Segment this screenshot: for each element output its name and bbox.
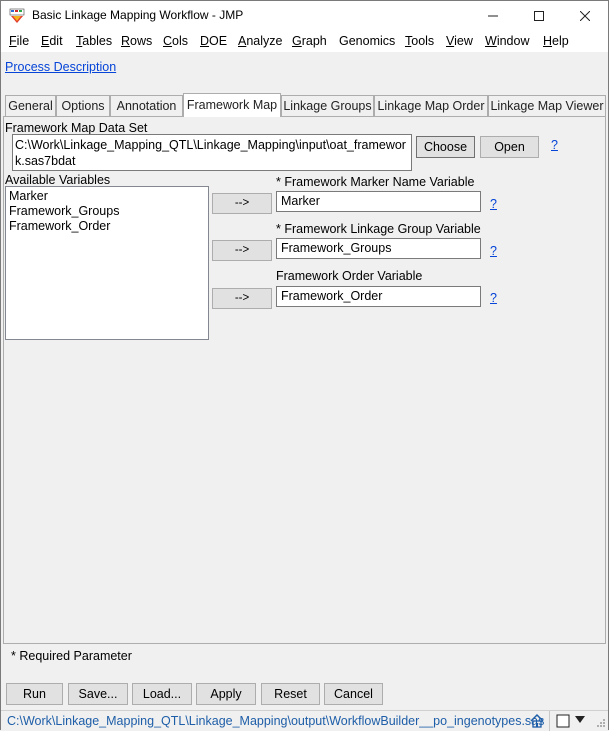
menu-window[interactable]: Window <box>485 34 529 48</box>
available-variables-label: Available Variables <box>5 173 111 187</box>
close-icon <box>579 10 591 22</box>
tab-options[interactable]: Options <box>56 95 110 116</box>
available-variables-list[interactable]: Marker Framework_Groups Framework_Order <box>5 186 209 340</box>
framework-order-label: Framework Order Variable <box>276 269 423 283</box>
data-set-help-link[interactable]: ? <box>551 138 558 152</box>
menu-bar: File Edit Tables Rows Cols DOE Analyze G… <box>1 31 608 52</box>
status-path: C:\Work\Linkage_Mapping_QTL\Linkage_Mapp… <box>7 714 545 728</box>
close-button[interactable] <box>562 1 608 31</box>
menu-cols[interactable]: Cols <box>163 34 188 48</box>
reset-button[interactable]: Reset <box>261 683 320 705</box>
load-button[interactable]: Load... <box>132 683 192 705</box>
menu-graph[interactable]: Graph <box>292 34 327 48</box>
menu-file[interactable]: File <box>9 34 29 48</box>
list-item[interactable]: Marker <box>9 189 205 204</box>
linkage-group-help-link[interactable]: ? <box>490 244 497 258</box>
data-set-path-field[interactable]: C:\Work\Linkage_Mapping_QTL\Linkage_Mapp… <box>12 134 412 171</box>
maximize-button[interactable] <box>516 1 562 31</box>
home-icon[interactable] <box>529 713 545 729</box>
data-set-label: Framework Map Data Set <box>5 121 148 135</box>
add-marker-name-button[interactable]: --> <box>212 193 272 214</box>
window-list-icon[interactable] <box>556 714 570 728</box>
tab-linkage-map-order[interactable]: Linkage Map Order <box>374 95 488 116</box>
dropdown-arrow-icon[interactable] <box>575 716 585 724</box>
menu-doe[interactable]: DOE <box>200 34 227 48</box>
marker-name-label: * Framework Marker Name Variable <box>276 175 475 189</box>
minimize-button[interactable] <box>470 1 516 31</box>
list-item[interactable]: Framework_Order <box>9 219 205 234</box>
linkage-group-field[interactable]: Framework_Groups <box>276 238 481 259</box>
resize-grip-icon[interactable] <box>595 717 607 729</box>
cancel-button[interactable]: Cancel <box>324 683 383 705</box>
menu-tools[interactable]: Tools <box>405 34 434 48</box>
choose-button[interactable]: Choose <box>416 136 475 158</box>
menu-help[interactable]: Help <box>543 34 569 48</box>
window-title: Basic Linkage Mapping Workflow - JMP <box>32 8 244 22</box>
framework-order-field[interactable]: Framework_Order <box>276 286 481 307</box>
marker-name-help-link[interactable]: ? <box>490 197 497 211</box>
list-item[interactable]: Framework_Groups <box>9 204 205 219</box>
tab-general[interactable]: General <box>5 95 56 116</box>
process-description-link[interactable]: Process Description <box>5 60 116 74</box>
menu-analyze[interactable]: Analyze <box>238 34 282 48</box>
menu-rows[interactable]: Rows <box>121 34 152 48</box>
menu-tables[interactable]: Tables <box>76 34 112 48</box>
apply-button[interactable]: Apply <box>196 683 256 705</box>
tab-annotation[interactable]: Annotation <box>110 95 183 116</box>
required-parameter-note: * Required Parameter <box>11 649 132 663</box>
jmp-app-icon <box>9 8 25 23</box>
save-button[interactable]: Save... <box>68 683 128 705</box>
maximize-icon <box>534 11 544 21</box>
framework-order-help-link[interactable]: ? <box>490 291 497 305</box>
menu-edit[interactable]: Edit <box>41 34 63 48</box>
tab-framework-map[interactable]: Framework Map <box>183 93 281 117</box>
app-window: Basic Linkage Mapping Workflow - JMP Fil… <box>0 0 609 731</box>
linkage-group-label: * Framework Linkage Group Variable <box>276 222 481 236</box>
status-divider <box>549 711 550 731</box>
marker-name-field[interactable]: Marker <box>276 191 481 212</box>
menu-view[interactable]: View <box>446 34 473 48</box>
title-bar: Basic Linkage Mapping Workflow - JMP <box>1 1 608 31</box>
open-button[interactable]: Open <box>480 136 539 158</box>
tab-linkage-map-viewer[interactable]: Linkage Map Viewer <box>488 95 606 116</box>
run-button[interactable]: Run <box>6 683 63 705</box>
add-linkage-group-button[interactable]: --> <box>212 240 272 261</box>
status-bar: C:\Work\Linkage_Mapping_QTL\Linkage_Mapp… <box>1 710 608 731</box>
add-framework-order-button[interactable]: --> <box>212 288 272 309</box>
menu-genomics[interactable]: Genomics <box>339 34 395 48</box>
tab-linkage-groups[interactable]: Linkage Groups <box>281 95 374 116</box>
minimize-icon <box>488 15 498 17</box>
